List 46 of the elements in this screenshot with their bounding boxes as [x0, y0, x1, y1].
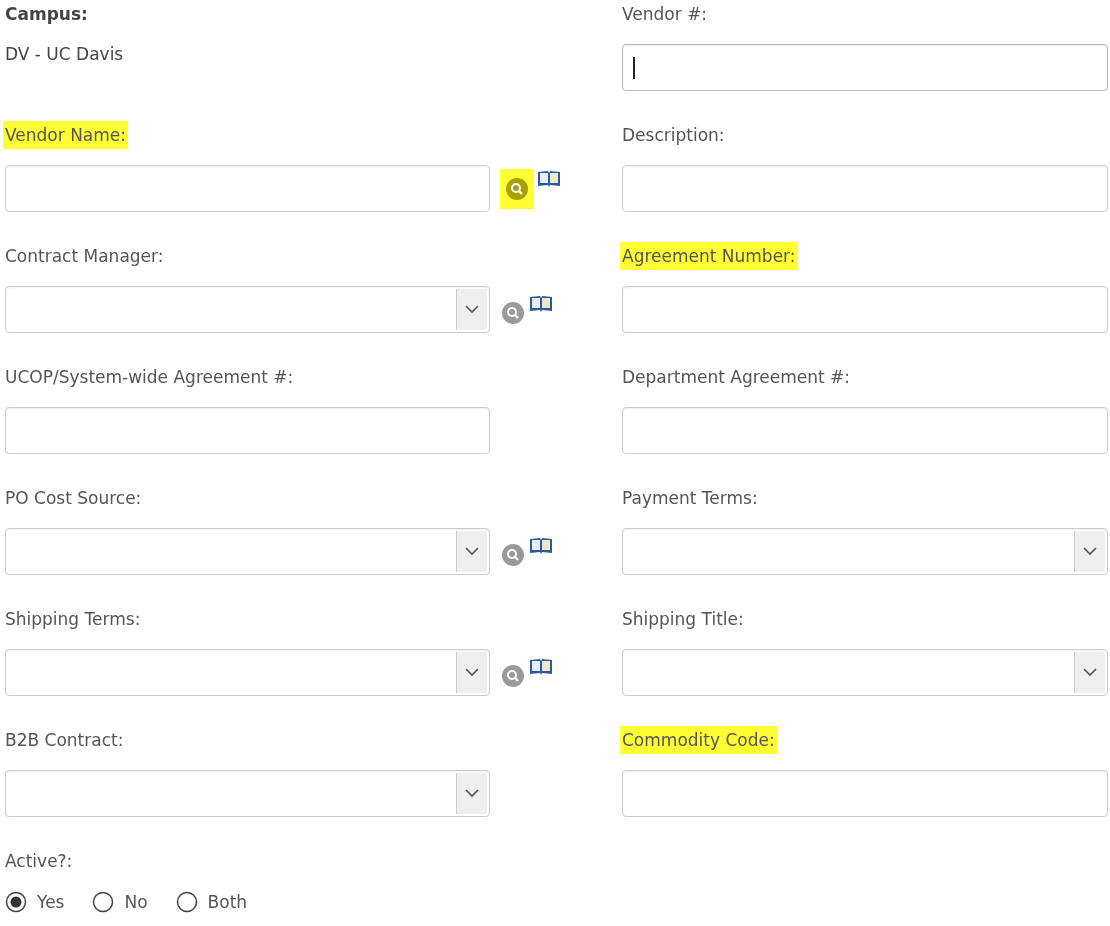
chevron-down-icon	[465, 789, 479, 798]
field-label: Description:	[621, 124, 726, 147]
chevron-down-icon	[465, 305, 479, 314]
dropdown[interactable]	[5, 770, 490, 817]
input-field[interactable]	[5, 407, 490, 454]
campus-value: DV - UC Davis	[5, 43, 124, 66]
field-label: Commodity Code:	[620, 726, 777, 754]
input-field[interactable]	[622, 165, 1108, 212]
radio-option[interactable]: Yes	[5, 891, 65, 913]
field-label: B2B Contract:	[4, 729, 125, 752]
field-label: Payment Terms:	[621, 487, 759, 510]
input-field[interactable]	[622, 770, 1108, 817]
chevron-down-icon	[465, 668, 479, 677]
search-icon[interactable]	[502, 543, 524, 566]
book-icon[interactable]	[528, 535, 554, 556]
field-label: Shipping Terms:	[4, 608, 142, 631]
field-label: UCOP/System-wide Agreement #:	[4, 366, 295, 389]
input-field[interactable]	[622, 44, 1108, 91]
field-label: Contract Manager:	[4, 245, 165, 268]
search-icon[interactable]	[502, 664, 524, 687]
input-field[interactable]	[5, 165, 490, 212]
field-label: Department Agreement #:	[621, 366, 852, 389]
input-field[interactable]	[622, 286, 1108, 333]
dropdown[interactable]	[5, 286, 490, 333]
input-field[interactable]	[622, 407, 1108, 454]
dropdown[interactable]	[5, 528, 490, 575]
book-icon[interactable]	[528, 293, 554, 314]
book-icon[interactable]	[528, 656, 554, 677]
dropdown[interactable]	[622, 649, 1108, 696]
search-icon[interactable]	[506, 177, 528, 200]
dropdown[interactable]	[5, 649, 490, 696]
field-label: PO Cost Source:	[4, 487, 143, 510]
chevron-down-icon	[1083, 668, 1097, 677]
field-label: Agreement Number:	[620, 242, 798, 270]
radio-option[interactable]: No	[92, 891, 148, 913]
search-icon[interactable]	[502, 301, 524, 324]
field-label: Shipping Title:	[621, 608, 745, 631]
dropdown[interactable]	[622, 528, 1108, 575]
chevron-down-icon	[465, 547, 479, 556]
field-label: Vendor Name:	[3, 121, 128, 149]
field-label: Campus:	[4, 3, 89, 26]
field-label: Active?:	[4, 850, 74, 873]
field-label: Vendor #:	[621, 3, 709, 26]
chevron-down-icon	[1083, 547, 1097, 556]
radio-option[interactable]: Both	[175, 891, 248, 913]
book-icon[interactable]	[536, 168, 562, 189]
